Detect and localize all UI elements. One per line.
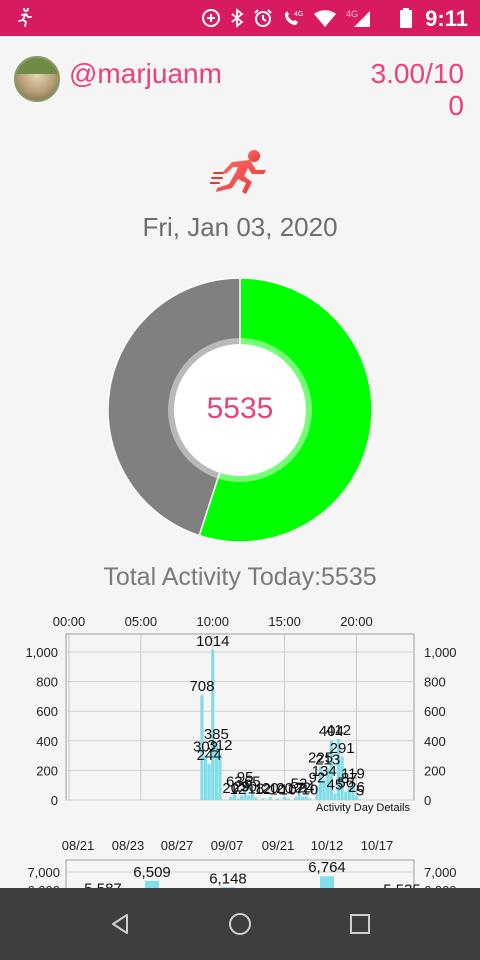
bar-value-label: 412 (326, 722, 351, 739)
recents-icon (350, 914, 370, 934)
y-axis-tick-right: 600 (424, 704, 446, 719)
bar-value-label: 5 (356, 782, 364, 799)
y-axis-tick-right: 200 (424, 763, 446, 778)
history-top-axis-tick: 10/12 (311, 838, 344, 853)
activity-bar (344, 791, 348, 800)
bar-value-label: 1014 (196, 633, 229, 650)
home-button[interactable] (220, 908, 260, 940)
top-axis-tick: 10:00 (196, 614, 229, 629)
y-axis-tick-right: 1,000 (424, 645, 457, 660)
svg-text:4G: 4G (294, 11, 303, 18)
chart-annotation: Activity Day Details (316, 802, 411, 814)
volte-icon: 4G (285, 11, 303, 25)
history-top-axis-tick: 09/07 (211, 838, 244, 853)
y-axis-tick-left: 0 (51, 793, 58, 808)
back-icon (112, 914, 128, 934)
header: @marjuanm 3.00/100 (0, 36, 480, 126)
history-bar-label: 6,148 (209, 870, 247, 887)
history-bar-label: 6,509 (133, 864, 171, 881)
y-axis-tick-left: 800 (36, 675, 58, 690)
y-axis-tick-left: 200 (36, 763, 58, 778)
battery-icon (400, 8, 412, 28)
activity-bar (286, 798, 290, 800)
history-bar-label: 6,764 (308, 859, 346, 876)
runner-icon (18, 8, 32, 27)
bar-value-label: 291 (330, 740, 355, 757)
data-saver-icon (202, 9, 220, 27)
back-button[interactable] (100, 908, 140, 940)
top-axis-tick: 05:00 (125, 614, 158, 629)
history-top-axis-tick: 08/21 (62, 838, 95, 853)
status-bar: 4G 4G 9:11 (0, 0, 480, 36)
activity-bar (275, 798, 280, 800)
date-label[interactable]: Fri, Jan 03, 2020 (0, 212, 480, 243)
history-top-axis-tick: 10/17 (361, 838, 394, 853)
donut-center-value: 5535 (206, 392, 274, 425)
y-axis-tick-right: 800 (424, 675, 446, 690)
alarm-icon (254, 9, 272, 27)
goal-progress: 3.00/100 (370, 58, 464, 121)
top-axis-tick: 15:00 (268, 614, 301, 629)
top-axis-tick: 20:00 (340, 614, 373, 629)
activity-bar (358, 799, 362, 800)
activity-bar (333, 793, 337, 800)
y-axis-tick-left: 600 (36, 704, 58, 719)
runner-icon (210, 150, 266, 194)
home-icon (229, 913, 251, 935)
activity-bar (236, 798, 240, 800)
history-top-axis-tick: 08/27 (161, 838, 194, 853)
svg-text:4G: 4G (346, 9, 358, 19)
history-top-axis-tick: 09/21 (262, 838, 295, 853)
signal-icon: 4G (346, 9, 370, 27)
history-y-tick-left: 7,000 (27, 865, 60, 880)
bar-value-label: 708 (189, 678, 214, 695)
wifi-icon (314, 10, 336, 27)
navigation-bar (0, 888, 480, 960)
clock: 9:11 (425, 6, 468, 31)
activity-history-chart[interactable]: 08/21 08/23 08/27 09/07 09/21 10/12 10/17 7,000… (0, 832, 480, 890)
history-top-axis-tick: 08/23 (112, 838, 145, 853)
avatar[interactable] (14, 56, 60, 102)
y-axis-tick-left: 1,000 (25, 645, 58, 660)
top-axis-tick: 00:00 (53, 614, 86, 629)
activity-bar (261, 798, 265, 800)
y-axis-tick-right: 0 (424, 793, 431, 808)
total-activity-label: Total Activity Today:5535 (103, 563, 377, 591)
y-axis-tick-left: 400 (36, 734, 58, 749)
bluetooth-icon (231, 8, 244, 28)
activity-bar (207, 763, 211, 800)
activity-bar (211, 649, 215, 800)
y-axis-tick-right: 400 (424, 734, 446, 749)
bar-value-label: 312 (207, 737, 232, 754)
history-y-tick-right: 7,000 (424, 865, 457, 880)
username[interactable]: @marjuanm (69, 58, 222, 90)
activity-day-chart[interactable]: 00:00 05:00 10:00 15:00 20:00 0 0 200 200 400 400 6… (0, 606, 480, 826)
activity-bar (308, 798, 312, 800)
recents-button[interactable] (340, 908, 380, 940)
